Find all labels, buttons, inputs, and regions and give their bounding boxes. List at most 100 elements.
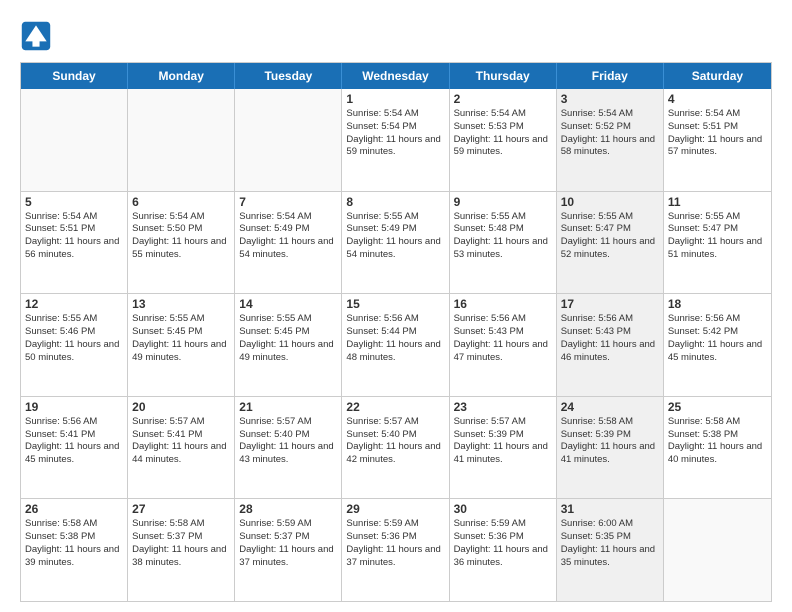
calendar-cell <box>664 499 771 601</box>
weekday-header: Monday <box>128 63 235 89</box>
cell-info: Sunrise: 5:55 AM Sunset: 5:47 PM Dayligh… <box>668 211 767 262</box>
calendar-cell: 1 Sunrise: 5:54 AM Sunset: 5:54 PM Daylig… <box>342 89 449 191</box>
day-number: 21 <box>239 400 337 414</box>
day-number: 31 <box>561 502 659 516</box>
cell-info: Sunrise: 5:54 AM Sunset: 5:51 PM Dayligh… <box>25 211 123 262</box>
calendar-cell: 27 Sunrise: 5:58 AM Sunset: 5:37 PM Dayli… <box>128 499 235 601</box>
day-number: 19 <box>25 400 123 414</box>
day-number: 24 <box>561 400 659 414</box>
cell-info: Sunrise: 5:55 AM Sunset: 5:45 PM Dayligh… <box>132 313 230 364</box>
cell-info: Sunrise: 5:57 AM Sunset: 5:40 PM Dayligh… <box>239 416 337 467</box>
cell-info: Sunrise: 6:00 AM Sunset: 5:35 PM Dayligh… <box>561 518 659 569</box>
cell-info: Sunrise: 5:54 AM Sunset: 5:51 PM Dayligh… <box>668 108 767 159</box>
calendar-cell: 23Sunrise: 5:57 AM Sunset: 5:39 PM Dayli… <box>450 397 557 499</box>
calendar-cell: 16Sunrise: 5:56 AM Sunset: 5:43 PM Dayli… <box>450 294 557 396</box>
cell-info: Sunrise: 5:57 AM Sunset: 5:40 PM Dayligh… <box>346 416 444 467</box>
calendar-cell: 24 Sunrise: 5:58 AM Sunset: 5:39 PM Dayli… <box>557 397 664 499</box>
day-number: 1 <box>346 92 444 106</box>
day-number: 4 <box>668 92 767 106</box>
cell-info: Sunrise: 5:56 AM Sunset: 5:44 PM Dayligh… <box>346 313 444 364</box>
calendar-cell: 25Sunrise: 5:58 AM Sunset: 5:38 PM Dayli… <box>664 397 771 499</box>
calendar-cell: 10Sunrise: 5:55 AM Sunset: 5:47 PM Dayli… <box>557 192 664 294</box>
day-number: 2 <box>454 92 552 106</box>
calendar-cell <box>128 89 235 191</box>
calendar-cell: 4 Sunrise: 5:54 AM Sunset: 5:51 PM Daylig… <box>664 89 771 191</box>
weekday-header: Wednesday <box>342 63 449 89</box>
weekday-header: Friday <box>557 63 664 89</box>
calendar-week: 12 Sunrise: 5:55 AM Sunset: 5:46 PM Dayli… <box>21 294 771 397</box>
calendar-cell: 20Sunrise: 5:57 AM Sunset: 5:41 PM Dayli… <box>128 397 235 499</box>
calendar-cell: 22 Sunrise: 5:57 AM Sunset: 5:40 PM Dayli… <box>342 397 449 499</box>
cell-info: Sunrise: 5:59 AM Sunset: 5:36 PM Dayligh… <box>346 518 444 569</box>
calendar-cell: 7 Sunrise: 5:54 AM Sunset: 5:49 PM Daylig… <box>235 192 342 294</box>
cell-info: Sunrise: 5:54 AM Sunset: 5:54 PM Dayligh… <box>346 108 444 159</box>
day-number: 28 <box>239 502 337 516</box>
cell-info: Sunrise: 5:59 AM Sunset: 5:37 PM Dayligh… <box>239 518 337 569</box>
logo <box>20 20 58 52</box>
cell-info: Sunrise: 5:59 AM Sunset: 5:36 PM Dayligh… <box>454 518 552 569</box>
cell-info: Sunrise: 5:57 AM Sunset: 5:41 PM Dayligh… <box>132 416 230 467</box>
day-number: 8 <box>346 195 444 209</box>
day-number: 9 <box>454 195 552 209</box>
calendar-cell: 2 Sunrise: 5:54 AM Sunset: 5:53 PM Daylig… <box>450 89 557 191</box>
calendar: SundayMondayTuesdayWednesdayThursdayFrid… <box>20 62 772 602</box>
cell-info: Sunrise: 5:58 AM Sunset: 5:38 PM Dayligh… <box>668 416 767 467</box>
cell-info: Sunrise: 5:55 AM Sunset: 5:46 PM Dayligh… <box>25 313 123 364</box>
calendar-cell: 17 Sunrise: 5:56 AM Sunset: 5:43 PM Dayli… <box>557 294 664 396</box>
calendar-cell: 6 Sunrise: 5:54 AM Sunset: 5:50 PM Daylig… <box>128 192 235 294</box>
weekday-header: Saturday <box>664 63 771 89</box>
day-number: 6 <box>132 195 230 209</box>
calendar-body: 1 Sunrise: 5:54 AM Sunset: 5:54 PM Daylig… <box>21 89 771 601</box>
calendar-week: 26 Sunrise: 5:58 AM Sunset: 5:38 PM Dayli… <box>21 499 771 601</box>
calendar-cell <box>21 89 128 191</box>
header <box>20 20 772 52</box>
day-number: 15 <box>346 297 444 311</box>
calendar-cell: 5 Sunrise: 5:54 AM Sunset: 5:51 PM Daylig… <box>21 192 128 294</box>
weekday-header: Thursday <box>450 63 557 89</box>
calendar-cell: 12 Sunrise: 5:55 AM Sunset: 5:46 PM Dayli… <box>21 294 128 396</box>
cell-info: Sunrise: 5:58 AM Sunset: 5:38 PM Dayligh… <box>25 518 123 569</box>
cell-info: Sunrise: 5:54 AM Sunset: 5:52 PM Dayligh… <box>561 108 659 159</box>
calendar-cell: 29Sunrise: 5:59 AM Sunset: 5:36 PM Dayli… <box>342 499 449 601</box>
cell-info: Sunrise: 5:55 AM Sunset: 5:45 PM Dayligh… <box>239 313 337 364</box>
cell-info: Sunrise: 5:54 AM Sunset: 5:50 PM Dayligh… <box>132 211 230 262</box>
cell-info: Sunrise: 5:58 AM Sunset: 5:39 PM Dayligh… <box>561 416 659 467</box>
logo-icon <box>20 20 52 52</box>
calendar-cell: 28 Sunrise: 5:59 AM Sunset: 5:37 PM Dayli… <box>235 499 342 601</box>
cell-info: Sunrise: 5:54 AM Sunset: 5:53 PM Dayligh… <box>454 108 552 159</box>
cell-info: Sunrise: 5:54 AM Sunset: 5:49 PM Dayligh… <box>239 211 337 262</box>
day-number: 17 <box>561 297 659 311</box>
calendar-cell: 21 Sunrise: 5:57 AM Sunset: 5:40 PM Dayli… <box>235 397 342 499</box>
page: SundayMondayTuesdayWednesdayThursdayFrid… <box>0 0 792 612</box>
calendar-cell: 9 Sunrise: 5:55 AM Sunset: 5:48 PM Daylig… <box>450 192 557 294</box>
day-number: 5 <box>25 195 123 209</box>
cell-info: Sunrise: 5:56 AM Sunset: 5:41 PM Dayligh… <box>25 416 123 467</box>
day-number: 3 <box>561 92 659 106</box>
calendar-cell: 18Sunrise: 5:56 AM Sunset: 5:42 PM Dayli… <box>664 294 771 396</box>
calendar-week: 5 Sunrise: 5:54 AM Sunset: 5:51 PM Daylig… <box>21 192 771 295</box>
day-number: 23 <box>454 400 552 414</box>
calendar-cell: 19 Sunrise: 5:56 AM Sunset: 5:41 PM Dayli… <box>21 397 128 499</box>
calendar-cell: 11Sunrise: 5:55 AM Sunset: 5:47 PM Dayli… <box>664 192 771 294</box>
calendar-cell: 3 Sunrise: 5:54 AM Sunset: 5:52 PM Daylig… <box>557 89 664 191</box>
day-number: 7 <box>239 195 337 209</box>
day-number: 12 <box>25 297 123 311</box>
calendar-week: 19 Sunrise: 5:56 AM Sunset: 5:41 PM Dayli… <box>21 397 771 500</box>
calendar-cell: 26 Sunrise: 5:58 AM Sunset: 5:38 PM Dayli… <box>21 499 128 601</box>
weekday-header: Sunday <box>21 63 128 89</box>
cell-info: Sunrise: 5:56 AM Sunset: 5:43 PM Dayligh… <box>561 313 659 364</box>
cell-info: Sunrise: 5:58 AM Sunset: 5:37 PM Dayligh… <box>132 518 230 569</box>
calendar-cell: 13Sunrise: 5:55 AM Sunset: 5:45 PM Dayli… <box>128 294 235 396</box>
day-number: 26 <box>25 502 123 516</box>
cell-info: Sunrise: 5:55 AM Sunset: 5:49 PM Dayligh… <box>346 211 444 262</box>
calendar-cell <box>235 89 342 191</box>
calendar-cell: 30Sunrise: 5:59 AM Sunset: 5:36 PM Dayli… <box>450 499 557 601</box>
calendar-cell: 31 Sunrise: 6:00 AM Sunset: 5:35 PM Dayli… <box>557 499 664 601</box>
day-number: 27 <box>132 502 230 516</box>
cell-info: Sunrise: 5:55 AM Sunset: 5:48 PM Dayligh… <box>454 211 552 262</box>
day-number: 16 <box>454 297 552 311</box>
day-number: 18 <box>668 297 767 311</box>
day-number: 22 <box>346 400 444 414</box>
cell-info: Sunrise: 5:55 AM Sunset: 5:47 PM Dayligh… <box>561 211 659 262</box>
weekday-header: Tuesday <box>235 63 342 89</box>
